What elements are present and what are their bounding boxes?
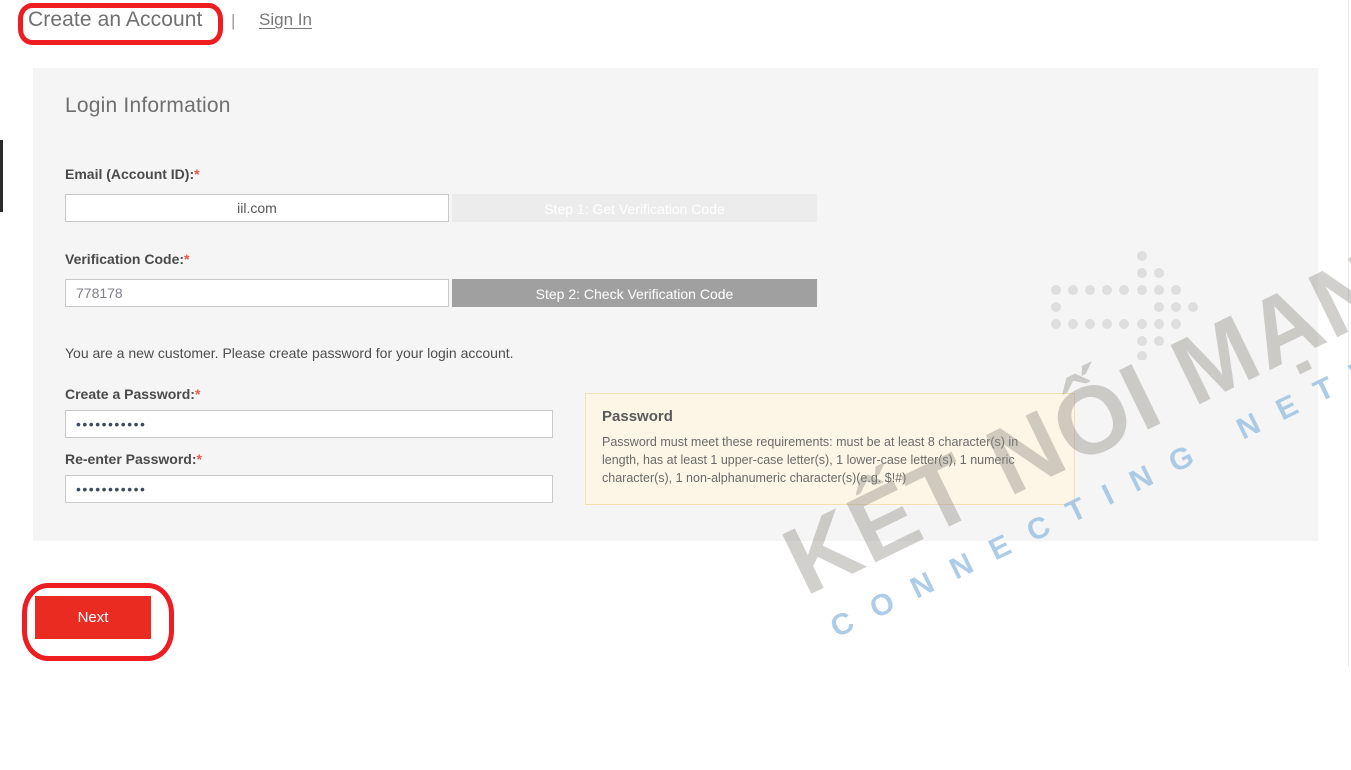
required-star-reenter-password: * <box>196 451 202 467</box>
label-reenter-password-text: Re-enter Password: <box>65 451 197 467</box>
header-separator: | <box>231 11 236 30</box>
create-password-input[interactable] <box>65 410 553 438</box>
verification-code-input[interactable] <box>65 279 449 307</box>
page-right-edge-rule <box>1348 0 1349 667</box>
login-information-panel: Login Information Email (Account ID):* S… <box>33 68 1318 541</box>
password-requirements-callout: Password Password must meet these requir… <box>585 393 1075 505</box>
label-reenter-password: Re-enter Password:* <box>65 451 202 467</box>
password-requirements-title: Password <box>602 408 673 425</box>
email-input[interactable] <box>65 194 449 222</box>
label-email-text: Email (Account ID): <box>65 166 195 182</box>
label-email: Email (Account ID):* <box>65 166 200 182</box>
reenter-password-input[interactable] <box>65 475 553 503</box>
password-requirements-text: Password must meet these requirements: m… <box>602 435 1019 486</box>
label-verification-code-text: Verification Code: <box>65 251 185 267</box>
label-create-password: Create a Password:* <box>65 386 200 402</box>
label-verification-code: Verification Code:* <box>65 251 189 267</box>
label-create-password-text: Create a Password: <box>65 386 195 402</box>
get-verification-code-button[interactable]: Step 1: Get Verification Code <box>452 194 817 222</box>
page-title: Login Information <box>65 94 231 117</box>
new-customer-note: You are a new customer. Please create pa… <box>65 345 514 361</box>
page-left-edge-artifact <box>0 140 3 212</box>
next-button[interactable]: Next <box>35 596 151 639</box>
page-header: Create an Account | Sign In <box>0 0 1351 48</box>
required-star-email: * <box>194 166 200 182</box>
required-star-create-password: * <box>194 386 201 402</box>
link-sign-in[interactable]: Sign In <box>259 10 312 30</box>
tab-create-account[interactable]: Create an Account <box>28 8 202 32</box>
check-verification-code-button[interactable]: Step 2: Check Verification Code <box>452 279 817 307</box>
required-star-verification-code: * <box>184 251 190 267</box>
